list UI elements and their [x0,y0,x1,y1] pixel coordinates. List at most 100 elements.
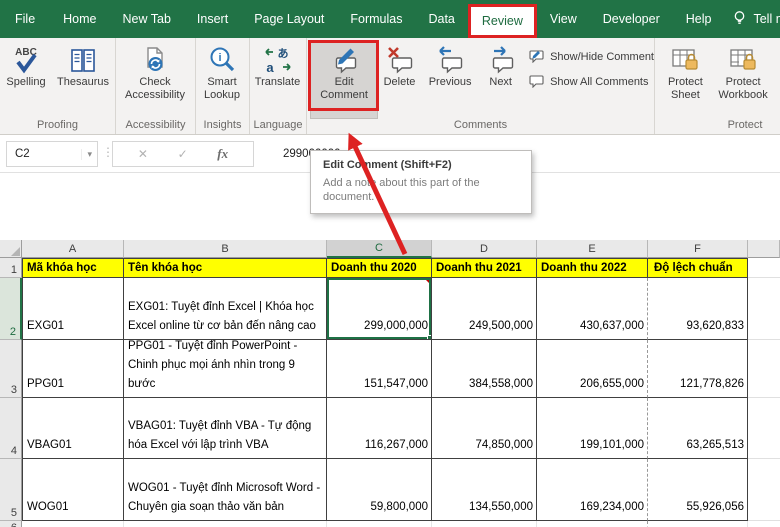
show-hide-comment-button[interactable]: Show/Hide Comment [529,48,654,66]
row-header-3[interactable]: 3 [0,340,22,398]
check-accessibility-label: Check Accessibility [125,76,185,101]
cell-d1[interactable]: Doanh thu 2021 [432,258,537,278]
allow-edit-ranges-button[interactable]: Allow Edit Ranges [774,42,780,118]
enter-icon[interactable]: ✓ [178,147,188,161]
cell-d3[interactable]: 384,558,000 [432,340,537,398]
col-header-a[interactable]: A [22,240,124,258]
fill-handle[interactable] [427,335,431,339]
smart-lookup-button[interactable]: i Smart Lookup [196,42,248,118]
tab-data[interactable]: Data [415,0,467,38]
cell-d4[interactable]: 74,850,000 [432,398,537,459]
spelling-button[interactable]: ABC Spelling [0,42,52,118]
cell-b1[interactable]: Tên khóa học [124,258,327,278]
delete-comment-button[interactable]: Delete [377,42,422,118]
tab-page-layout[interactable]: Page Layout [241,0,337,38]
cell-a2[interactable]: EXG01 [22,278,124,340]
cell-e3[interactable]: 206,655,000 [537,340,648,398]
row-header-4[interactable]: 4 [0,398,22,459]
edit-comment-button[interactable]: Edit Comment [309,41,379,119]
protect-workbook-button[interactable]: Protect Workbook [712,42,775,118]
cell-e2[interactable]: 430,637,000 [537,278,648,340]
cell-f5[interactable]: 55,926,056 [648,459,748,521]
select-all-corner[interactable] [0,240,22,258]
row-header-1[interactable]: 1 [0,258,22,278]
col-header-g[interactable] [748,240,780,258]
tab-home[interactable]: Home [50,0,109,38]
cell-f2[interactable]: 93,620,833 [648,278,748,340]
cell-f1[interactable]: Độ lệch chuẩn [648,258,748,278]
next-comment-label: Next [489,76,512,88]
cell-b3[interactable]: PPG01 - Tuyệt đỉnh PowerPoint - Chinh ph… [124,340,327,398]
col-header-d[interactable]: D [432,240,537,258]
cell-a5[interactable]: WOG01 [22,459,124,521]
cell-f6[interactable] [648,521,748,527]
cell-g2[interactable] [748,278,780,340]
insert-function-icon[interactable]: fx [217,146,228,162]
cell-a6[interactable] [22,521,124,527]
cell-g4[interactable] [748,398,780,459]
cell-b6[interactable] [124,521,327,527]
cell-e1[interactable]: Doanh thu 2022 [537,258,648,278]
cell-a1[interactable]: Mã khóa học [22,258,124,278]
cell-g6[interactable] [748,521,780,527]
cell-b5[interactable]: WOG01 - Tuyệt đỉnh Microsoft Word - Chuy… [124,459,327,521]
previous-comment-button[interactable]: Previous [422,42,478,118]
row-header-5[interactable]: 5 [0,459,22,521]
check-accessibility-icon [139,44,171,76]
tab-file[interactable]: File [0,0,50,38]
ribbon-tab-bar: File Home New Tab Insert Page Layout For… [0,0,780,38]
col-header-c-selected[interactable]: C [327,240,432,258]
col-header-e[interactable]: E [537,240,648,258]
thesaurus-label: Thesaurus [57,76,109,88]
edit-comment-label: Edit Comment [320,76,368,101]
name-box[interactable]: C2 ▾ [6,141,98,167]
cell-b2[interactable]: EXG01: Tuyệt đỉnh Excel | Khóa học Excel… [124,278,327,340]
tab-help[interactable]: Help [673,0,725,38]
cell-a3[interactable]: PPG01 [22,340,124,398]
protect-sheet-label: Protect Sheet [667,76,703,101]
group-label-proofing: Proofing [37,119,78,131]
cell-b4[interactable]: VBAG01: Tuyệt đỉnh VBA - Tự động hóa Exc… [124,398,327,459]
cell-c3[interactable]: 151,547,000 [327,340,432,398]
translate-button[interactable]: あa Translate [250,42,305,118]
cell-c4[interactable]: 116,267,000 [327,398,432,459]
cell-c5[interactable]: 59,800,000 [327,459,432,521]
tab-formulas[interactable]: Formulas [337,0,415,38]
cell-e5[interactable]: 169,234,000 [537,459,648,521]
thesaurus-button[interactable]: Thesaurus [52,42,114,118]
col-header-f[interactable]: F [648,240,748,258]
cell-e6[interactable] [537,521,648,527]
delete-comment-label: Delete [383,76,416,88]
cell-c2-selected[interactable]: 299,000,000 [327,278,432,340]
show-hide-comment-label: Show/Hide Comment [550,51,654,63]
next-comment-button[interactable]: Next [478,42,523,118]
check-accessibility-button[interactable]: Check Accessibility [116,42,194,118]
group-label-language: Language [253,119,303,131]
tab-review-active[interactable]: Review [467,4,537,38]
col-header-b[interactable]: B [124,240,327,258]
cell-g5[interactable] [748,459,780,521]
cell-d6[interactable] [432,521,537,527]
cell-c1[interactable]: Doanh thu 2020 [327,258,432,278]
protect-sheet-button[interactable]: Protect Sheet [659,42,712,118]
show-all-comments-button[interactable]: Show All Comments [529,73,654,91]
tab-insert[interactable]: Insert [184,0,241,38]
cell-g3[interactable] [748,340,780,398]
cell-d2[interactable]: 249,500,000 [432,278,537,340]
tab-new-tab[interactable]: New Tab [110,0,184,38]
cancel-icon[interactable]: ✕ [138,147,148,161]
cell-f3[interactable]: 121,778,826 [648,340,748,398]
cell-a4[interactable]: VBAG01 [22,398,124,459]
cell-c6[interactable] [327,521,432,527]
cell-g1[interactable] [748,258,780,278]
tab-view[interactable]: View [537,0,590,38]
tab-developer[interactable]: Developer [590,0,673,38]
tell-me-box[interactable]: Tell me [724,0,780,38]
cell-f4[interactable]: 63,265,513 [648,398,748,459]
cell-e4[interactable]: 199,101,000 [537,398,648,459]
cell-d5[interactable]: 134,550,000 [432,459,537,521]
chevron-down-icon[interactable]: ▾ [81,148,97,160]
row-header-2-selected[interactable]: 2 [0,278,22,340]
group-proofing: ABC Spelling Thesaurus Proofing [0,38,116,134]
row-header-6[interactable]: 6 [0,521,22,527]
